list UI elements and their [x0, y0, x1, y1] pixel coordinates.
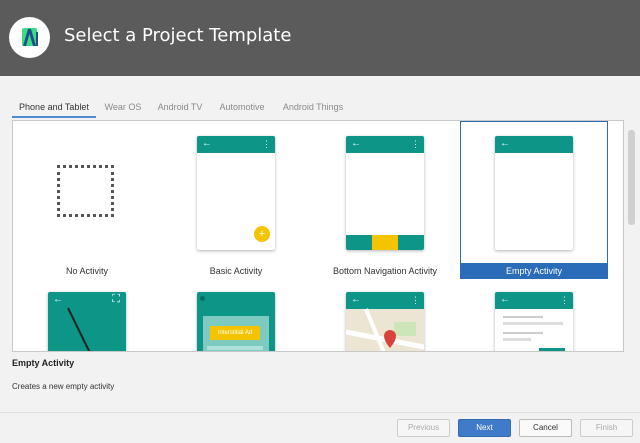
scrollbar-thumb[interactable] [628, 130, 635, 225]
maps-preview: ← ⋮ [346, 292, 424, 351]
more-vert-icon: ⋮ [262, 139, 271, 149]
tab-android-things[interactable]: Android Things [280, 96, 346, 118]
empty-activity-preview: ← [495, 136, 573, 250]
template-label: Basic Activity [209, 266, 263, 276]
template-fullscreen-activity[interactable]: ← ⛶ [13, 281, 161, 351]
template-basic-activity[interactable]: ← ⋮ + Basic Activity [162, 121, 310, 279]
finish-button[interactable]: Finish [580, 419, 633, 437]
arrow-back-icon: ← [500, 294, 510, 305]
interstitial-ad-preview: Interstitial Ad [197, 292, 275, 351]
preview-bottom-nav [346, 235, 424, 250]
wizard-header: Select a Project Template [0, 0, 640, 76]
template-login-activity[interactable]: ← ⋮ [460, 281, 608, 351]
login-preview: ← ⋮ [495, 292, 573, 351]
device-tabs: Phone and Tablet Wear OS Android TV Auto… [12, 96, 632, 118]
arrow-back-icon: ← [351, 138, 361, 149]
arrow-back-icon: ← [202, 138, 212, 149]
template-no-activity[interactable]: No Activity [13, 121, 161, 279]
fab-plus-icon: + [254, 226, 270, 242]
tab-phone-and-tablet[interactable]: Phone and Tablet [12, 96, 96, 118]
fullscreen-preview: ← ⛶ [48, 292, 126, 351]
cancel-button[interactable]: Cancel [519, 419, 572, 437]
wizard-footer: Previous Next Cancel Finish [0, 412, 640, 443]
tab-wear-os[interactable]: Wear OS [102, 96, 144, 118]
arrow-back-icon: ← [500, 138, 510, 149]
no-activity-icon [57, 165, 114, 217]
template-label: Empty Activity [461, 263, 607, 279]
template-interstitial-ad[interactable]: Interstitial Ad [162, 281, 310, 351]
tab-automotive[interactable]: Automotive [216, 96, 268, 118]
preview-app-bar: ← ⋮ [346, 136, 424, 153]
tab-android-tv[interactable]: Android TV [154, 96, 206, 118]
bottom-navigation-preview: ← ⋮ [346, 136, 424, 250]
wizard-title: Select a Project Template [64, 25, 292, 46]
interstitial-ad-label: Interstitial Ad [210, 326, 260, 340]
more-vert-icon: ⋮ [560, 295, 569, 305]
selected-template-description: Creates a new empty activity [12, 382, 115, 391]
template-grid-scrollbar[interactable] [626, 120, 638, 352]
preview-app-bar: ← ⋮ [495, 292, 573, 309]
next-button[interactable]: Next [458, 419, 511, 437]
template-bottom-navigation-activity[interactable]: ← ⋮ Bottom Navigation Activity [311, 121, 459, 279]
template-grid: No Activity ← ⋮ + Basic Activity ← ⋮ Bot… [12, 120, 624, 352]
more-vert-icon: ⋮ [411, 139, 420, 149]
template-google-maps-activity[interactable]: ← ⋮ [311, 281, 459, 351]
template-label: No Activity [65, 266, 108, 276]
selected-template-title: Empty Activity [12, 358, 75, 368]
preview-app-bar: ← [495, 136, 573, 153]
basic-activity-preview: ← ⋮ + [197, 136, 275, 250]
template-label: Bottom Navigation Activity [332, 266, 438, 276]
template-empty-activity[interactable]: ← Empty Activity [460, 121, 608, 279]
previous-button[interactable]: Previous [397, 419, 450, 437]
preview-app-bar: ← ⋮ [197, 136, 275, 153]
android-studio-logo [9, 17, 50, 58]
template-description: Empty Activity Creates a new empty activ… [12, 358, 632, 391]
